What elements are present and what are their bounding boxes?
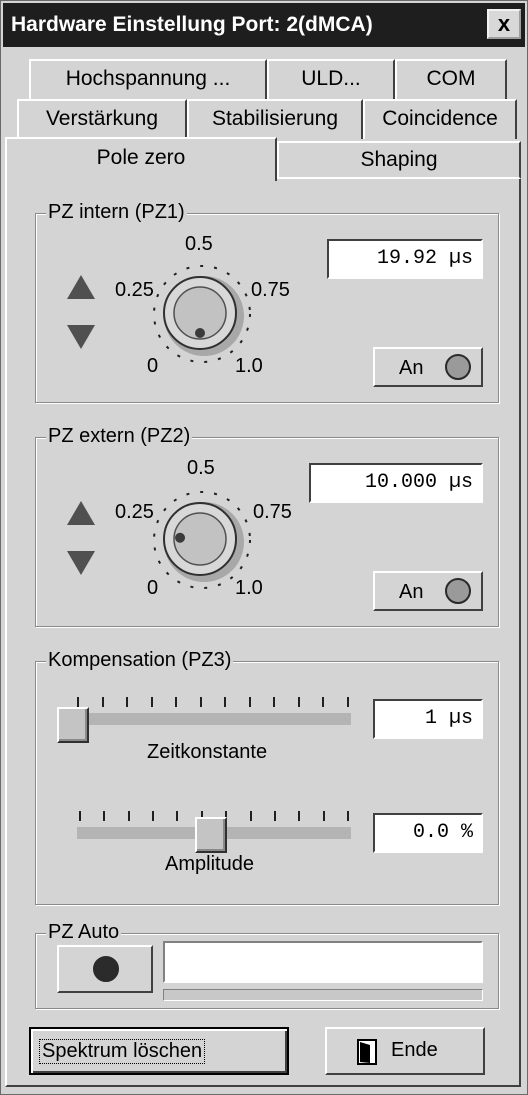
zeitkonstante-label: Zeitkonstante — [147, 741, 268, 763]
close-button[interactable]: x — [487, 9, 521, 39]
dialog-window: Hardware Einstellung Port: 2(dMCA) x Hoc… — [0, 0, 528, 1095]
slider-tick — [298, 811, 301, 821]
arrow-down-icon[interactable] — [67, 551, 95, 575]
pz2-label-q1: 0.25 — [115, 501, 154, 523]
pzauto-progress-bar — [163, 989, 483, 1001]
slider-tick — [127, 811, 130, 821]
slider-tick — [322, 697, 325, 707]
slider-thumb[interactable] — [195, 817, 227, 853]
slider-tick — [101, 697, 104, 707]
amplitude-value-field[interactable]: 0.0 % — [373, 813, 483, 853]
knob-pointer — [195, 328, 205, 338]
pz3-legend: Kompensation (PZ3) — [46, 649, 234, 672]
knob-pointer — [175, 532, 186, 543]
pz1-knob[interactable] — [141, 251, 271, 371]
arrow-down-icon[interactable] — [67, 325, 95, 349]
spektrum-loeschen-button[interactable]: Spektrum löschen — [29, 1027, 289, 1075]
slider-tick — [176, 811, 179, 821]
ende-button[interactable]: Ende — [325, 1027, 485, 1075]
pz2-value-field[interactable]: 10.000 µs — [309, 463, 483, 503]
zeitkonstante-value-field[interactable]: 1 µs — [373, 699, 483, 739]
slider-tick — [150, 697, 153, 707]
pz1-label-max: 1.0 — [235, 355, 263, 377]
slider-tick — [273, 811, 276, 821]
pzauto-button[interactable] — [57, 945, 153, 993]
tab-com[interactable]: COM — [395, 59, 507, 99]
pz1-label-q3: 0.75 — [251, 279, 290, 301]
tab-verstaerkung[interactable]: Verstärkung — [17, 99, 187, 139]
pz1-legend: PZ intern (PZ1) — [46, 201, 187, 224]
slider-tick — [79, 811, 81, 821]
slider-tick — [297, 697, 300, 707]
slider-tick — [152, 811, 155, 821]
slider-tick — [77, 697, 79, 707]
pzauto-legend: PZ Auto — [46, 921, 122, 944]
amplitude-label: Amplitude — [165, 853, 254, 875]
pz1-an-label: An — [399, 357, 424, 379]
tab-hochspannung[interactable]: Hochspannung ... — [29, 59, 267, 99]
pz2-label-max: 1.0 — [235, 577, 263, 599]
tab-coincidence[interactable]: Coincidence — [363, 99, 517, 139]
slider-track — [71, 713, 351, 725]
pz1-an-button[interactable]: An — [373, 347, 483, 387]
slider-tick — [248, 697, 251, 707]
pz1-led-indicator — [445, 354, 471, 380]
pz1-value-field[interactable]: 19.92 µs — [327, 239, 483, 279]
door-icon — [357, 1039, 377, 1065]
slider-tick — [347, 697, 349, 707]
window-title: Hardware Einstellung Port: 2(dMCA) — [11, 13, 373, 36]
slider-tick — [347, 811, 349, 821]
pzauto-status-field — [163, 941, 483, 983]
pz2-label-q3: 0.75 — [253, 501, 292, 523]
tab-stabilisierung[interactable]: Stabilisierung — [187, 99, 363, 139]
slider-tick — [273, 697, 276, 707]
pz1-label-mid: 0.5 — [185, 233, 213, 255]
ende-label: Ende — [391, 1039, 438, 1061]
pz3-group: Kompensation (PZ3) — [35, 649, 499, 905]
spektrum-loeschen-label: Spektrum löschen — [39, 1039, 206, 1064]
arrow-up-icon[interactable] — [67, 501, 95, 525]
slider-tick — [249, 811, 252, 821]
pz2-legend: PZ extern (PZ2) — [46, 425, 193, 448]
slider-tick — [126, 697, 129, 707]
pz2-an-label: An — [399, 581, 424, 603]
slider-tick — [322, 811, 325, 821]
slider-tick — [175, 697, 178, 707]
tab-pole-zero[interactable]: Pole zero — [5, 137, 277, 181]
tab-uld[interactable]: ULD... — [267, 59, 395, 99]
pz2-label-min: 0 — [147, 577, 159, 599]
title-bar[interactable]: Hardware Einstellung Port: 2(dMCA) x — [3, 3, 525, 47]
pz2-an-button[interactable]: An — [373, 571, 483, 611]
slider-tick — [103, 811, 106, 821]
pz1-label-min: 0 — [147, 355, 159, 377]
tab-shaping[interactable]: Shaping — [277, 141, 521, 179]
slider-thumb[interactable] — [57, 707, 89, 743]
pz2-label-mid: 0.5 — [187, 457, 215, 479]
pzauto-led-indicator — [93, 956, 119, 982]
pz2-led-indicator — [445, 578, 471, 604]
slider-tick — [224, 697, 227, 707]
arrow-up-icon[interactable] — [67, 275, 95, 299]
slider-tick — [199, 697, 202, 707]
pz1-label-q1: 0.25 — [115, 279, 154, 301]
